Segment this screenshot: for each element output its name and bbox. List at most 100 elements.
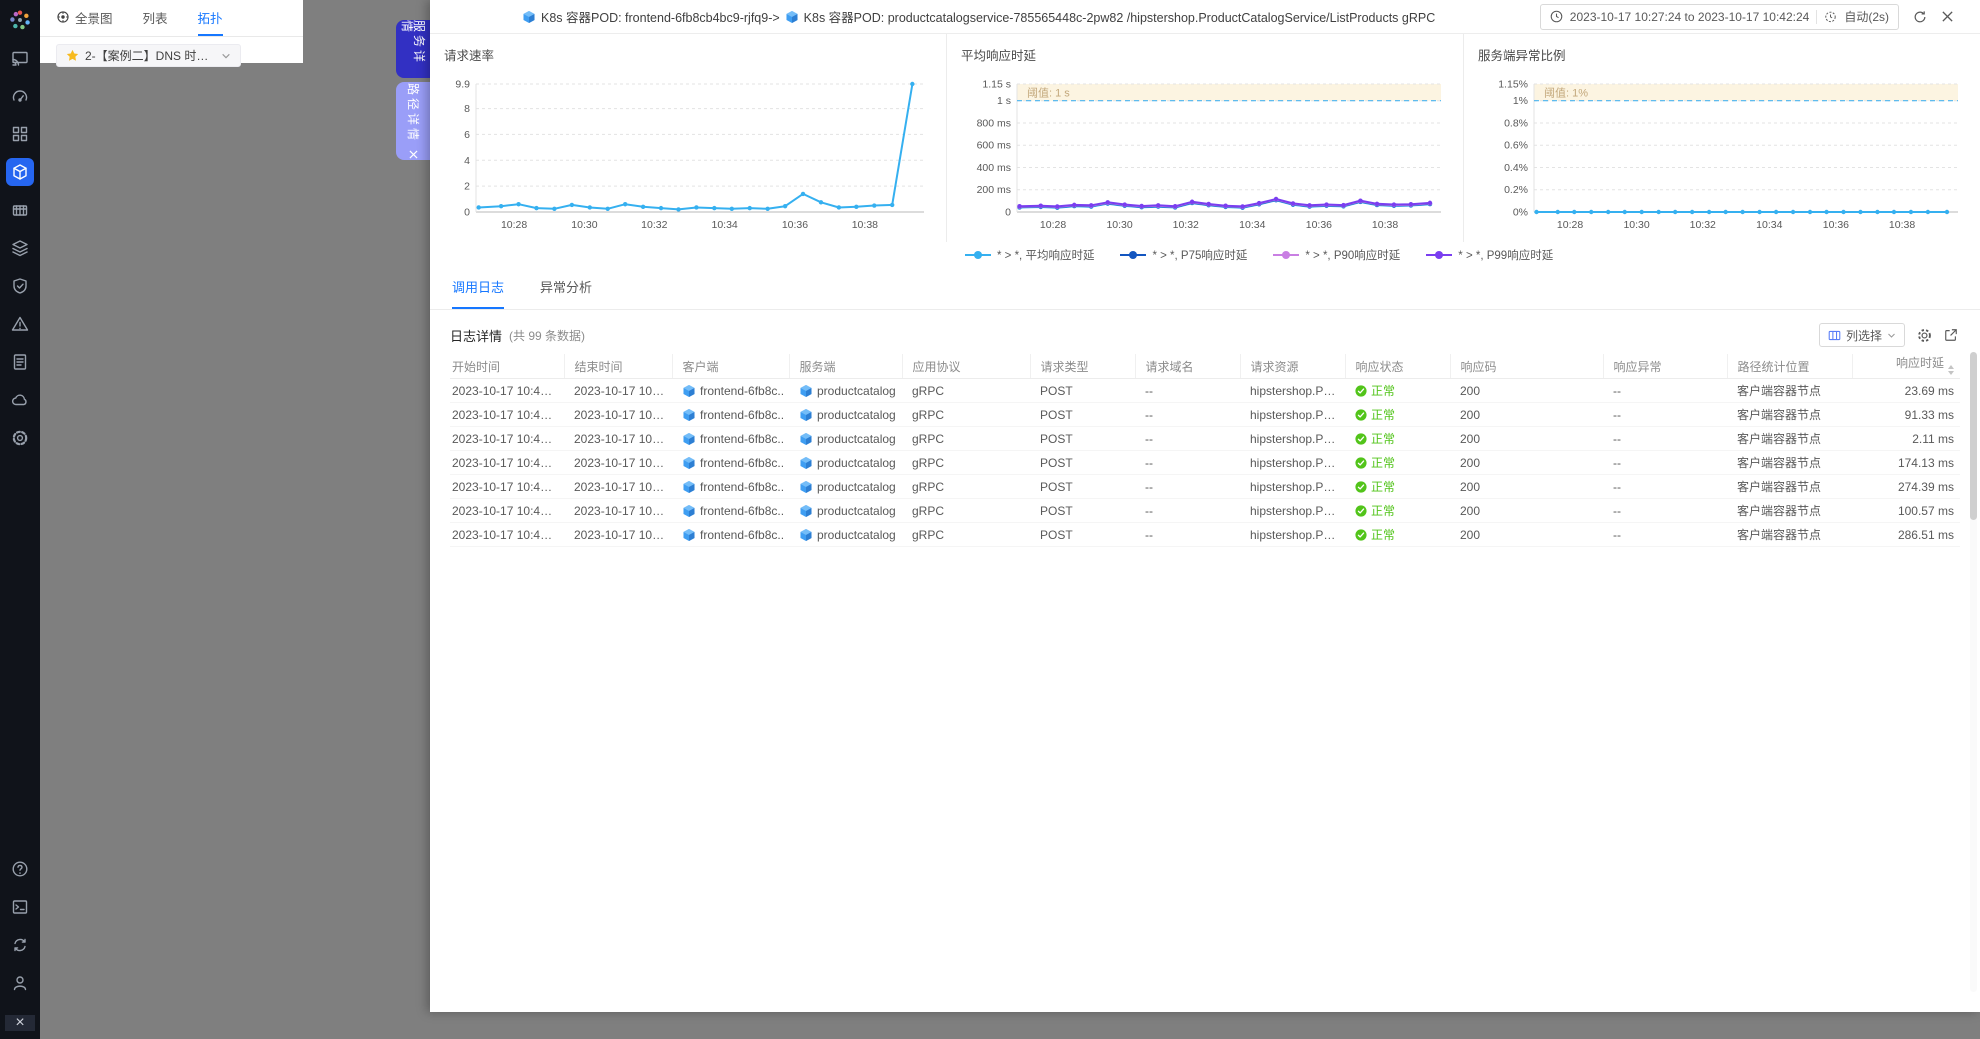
sidebar-item-user-icon[interactable]	[6, 969, 34, 997]
legend-label: * > *, P75响应时延	[1152, 247, 1247, 263]
log-row[interactable]: 2023-10-17 10:41:...2023-10-17 10:41:...…	[450, 451, 1960, 475]
view-tab-label: 列表	[143, 8, 168, 27]
svg-text:6: 6	[464, 129, 470, 141]
cell-app-protocol: gRPC	[902, 475, 1030, 499]
cell-response-exception: --	[1603, 403, 1727, 427]
svg-text:10:30: 10:30	[1106, 219, 1132, 231]
cell-app-protocol: gRPC	[902, 403, 1030, 427]
cell-response-latency: 2.11 ms	[1852, 427, 1960, 451]
log-section-tabs: 调用日志 异常分析	[430, 268, 1980, 310]
cell-response-code: 200	[1450, 523, 1603, 547]
svg-text:0%: 0%	[1513, 207, 1528, 219]
log-row[interactable]: 2023-10-17 10:41:...2023-10-17 10:41:...…	[450, 475, 1960, 499]
cell-app-protocol: gRPC	[902, 523, 1030, 547]
section-tab-异常分析[interactable]: 异常分析	[540, 277, 592, 309]
cell-response-exception: --	[1603, 475, 1727, 499]
refresh-icon[interactable]	[1913, 10, 1927, 24]
auto-refresh-icon	[1824, 10, 1837, 23]
divider	[1816, 10, 1817, 24]
log-row[interactable]: 2023-10-17 10:41:...2023-10-17 10:41:...…	[450, 427, 1960, 451]
cell-request-type: POST	[1030, 475, 1135, 499]
pod-icon	[682, 456, 696, 470]
cell-request-resource: hipstershop.Produ...	[1240, 523, 1345, 547]
drawer-title-text: K8s 容器POD: productcatalogservice-7855654…	[804, 7, 1436, 26]
col-response-exception: 响应异常	[1603, 354, 1727, 379]
cell-response-status: 正常	[1345, 403, 1450, 427]
cell-request-domain: --	[1135, 499, 1240, 523]
col-response-code: 响应码	[1450, 354, 1603, 379]
legend-item[interactable]: * > *, P99响应时延	[1426, 247, 1553, 263]
request-rate-chart[interactable]: 9.98642010:2810:3010:3210:3410:3610:38	[430, 64, 946, 246]
view-tab-列表[interactable]: 列表	[143, 0, 168, 36]
notification-close-button[interactable]: ×	[5, 1015, 35, 1031]
drawer-tab-service-detail[interactable]: 服务详情	[396, 20, 430, 78]
svg-text:4: 4	[464, 155, 470, 167]
table-settings-gear-icon[interactable]	[1917, 328, 1932, 343]
cell-request-domain: --	[1135, 403, 1240, 427]
legend-item[interactable]: * > *, 平均响应时延	[965, 247, 1094, 263]
pod-icon	[799, 456, 813, 470]
legend-item[interactable]: * > *, P75响应时延	[1120, 247, 1247, 263]
cell-response-latency: 91.33 ms	[1852, 403, 1960, 427]
close-icon[interactable]	[1941, 10, 1954, 23]
section-tab-调用日志[interactable]: 调用日志	[452, 277, 504, 309]
case-selector[interactable]: 2-【案例二】DNS 时延高	[56, 44, 241, 67]
svg-text:10:28: 10:28	[501, 219, 527, 231]
table-scrollbar[interactable]	[1970, 352, 1977, 992]
sidebar-item-cast-icon[interactable]	[6, 44, 34, 72]
view-tab-拓扑[interactable]: 拓扑	[198, 0, 223, 36]
chart-title: 服务端异常比例	[1478, 45, 1980, 64]
export-icon[interactable]	[1944, 328, 1958, 342]
sidebar-item-report-icon[interactable]	[6, 348, 34, 376]
server-exception-chart[interactable]: 1.15%1%0.8%0.6%0.4%0.2%0%阈值: 1%10:2810:3…	[1464, 64, 1980, 246]
sidebar-item-sync-icon[interactable]	[6, 931, 34, 959]
sidebar-item-shield-icon[interactable]	[6, 272, 34, 300]
left-icon-rail: ×	[0, 0, 40, 1039]
drawer-tab-path-detail[interactable]: 路径详情	[396, 82, 430, 160]
svg-text:800 ms: 800 ms	[977, 117, 1011, 129]
sidebar-item-cloud-icon[interactable]	[6, 386, 34, 414]
log-row[interactable]: 2023-10-17 10:41:...2023-10-17 10:41:...…	[450, 403, 1960, 427]
log-row[interactable]: 2023-10-17 10:41:...2023-10-17 10:41:...…	[450, 499, 1960, 523]
cell-response-code: 200	[1450, 451, 1603, 475]
sidebar-item-layers-icon[interactable]	[6, 234, 34, 262]
sidebar-item-resource-cube-icon[interactable]	[6, 158, 34, 186]
svg-text:0.4%: 0.4%	[1504, 162, 1528, 174]
sidebar-item-doc-icon[interactable]	[6, 893, 34, 921]
view-tab-全景图[interactable]: 全景图	[56, 0, 113, 36]
auto-refresh-label: 自动(2s)	[1844, 8, 1889, 25]
sidebar-item-gear-icon[interactable]	[6, 424, 34, 452]
cell-request-domain: --	[1135, 451, 1240, 475]
cell-start-time: 2023-10-17 10:40:...	[450, 523, 564, 547]
scrollbar-thumb[interactable]	[1970, 352, 1977, 520]
col-response-latency[interactable]: 响应时延	[1852, 354, 1960, 379]
time-range-picker[interactable]: 2023-10-17 10:27:24 to 2023-10-17 10:42:…	[1540, 4, 1899, 30]
svg-text:1.15%: 1.15%	[1498, 79, 1528, 91]
legend-item[interactable]: * > *, P90响应时延	[1273, 247, 1400, 263]
cell-client: frontend-6fb8c...	[672, 427, 789, 451]
sidebar-item-alert-icon[interactable]	[6, 310, 34, 338]
sidebar-item-help-icon[interactable]	[6, 855, 34, 883]
avg-latency-chart[interactable]: 1.15 s1 s800 ms600 ms400 ms200 ms0阈值: 1 …	[947, 64, 1463, 246]
svg-text:10:32: 10:32	[1690, 219, 1716, 231]
svg-text:10:38: 10:38	[1372, 219, 1398, 231]
svg-text:0.6%: 0.6%	[1504, 140, 1528, 152]
sidebar-item-logo[interactable]	[6, 6, 34, 34]
status-ok-icon	[1355, 457, 1367, 469]
cell-response-latency: 274.39 ms	[1852, 475, 1960, 499]
cell-response-exception: --	[1603, 499, 1727, 523]
cell-end-time: 2023-10-17 10:41:...	[564, 379, 672, 403]
pod-icon	[799, 480, 813, 494]
svg-text:0.2%: 0.2%	[1504, 184, 1528, 196]
cell-request-domain: --	[1135, 379, 1240, 403]
time-range-label: 2023-10-17 10:27:24 to 2023-10-17 10:42:…	[1570, 10, 1810, 24]
sidebar-item-container-icon[interactable]	[6, 196, 34, 224]
log-row[interactable]: 2023-10-17 10:41:...2023-10-17 10:41:...…	[450, 379, 1960, 403]
drawer-title-server: K8s 容器POD: productcatalogservice-7855654…	[785, 7, 1436, 26]
column-selector-button[interactable]: 列选择	[1819, 323, 1905, 347]
sidebar-item-apps-icon[interactable]	[6, 120, 34, 148]
sort-icon[interactable]	[1948, 362, 1954, 378]
sidebar-item-gauge-icon[interactable]	[6, 82, 34, 110]
log-row[interactable]: 2023-10-17 10:40:...2023-10-17 10:40:...…	[450, 523, 1960, 547]
drawer-tab-close-icon[interactable]	[409, 150, 418, 159]
